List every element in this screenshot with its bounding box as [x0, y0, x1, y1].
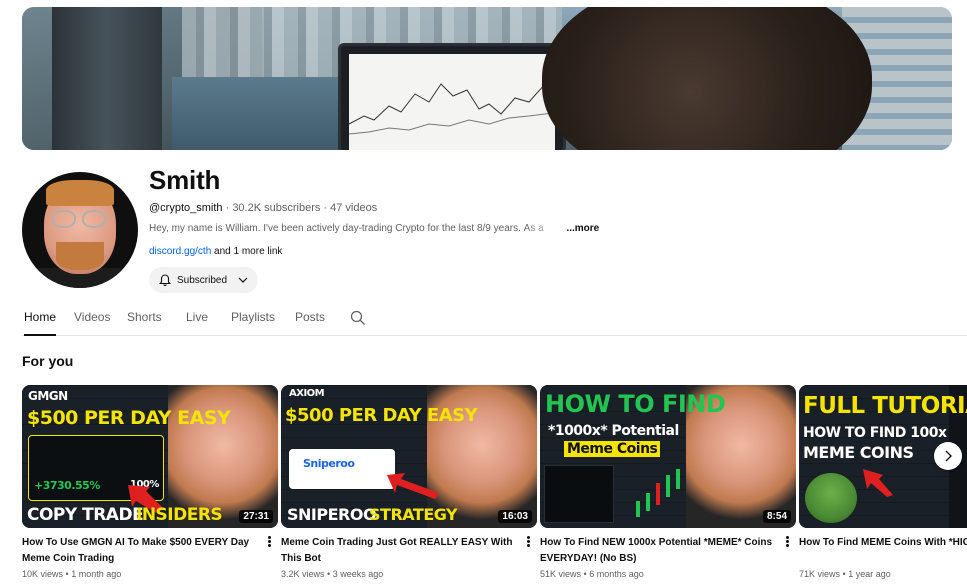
tab-live[interactable]: Live: [186, 310, 208, 336]
channel-description[interactable]: Hey, my name is William. I've been activ…: [149, 223, 599, 234]
bell-icon: [159, 273, 171, 286]
video-thumbnail[interactable]: GMGN $500 PER DAY EASY +3730.55% 100% CO…: [22, 385, 278, 528]
search-icon[interactable]: [350, 310, 366, 326]
video-title[interactable]: Meme Coin Trading Just Got REALLY EASY W…: [281, 535, 521, 567]
video-card[interactable]: FULL TUTORIAL HOW TO FIND 100x MEME COIN…: [799, 385, 967, 579]
tab-shorts[interactable]: Shorts: [127, 310, 162, 336]
chevron-right-icon: [945, 450, 952, 462]
video-card[interactable]: HOW TO FIND *1000x* Potential Meme Coins…: [540, 385, 796, 579]
video-meta: 51K views • 6 months ago: [540, 569, 644, 579]
video-duration: 27:31: [239, 510, 273, 523]
video-meta: 10K views • 1 month ago: [22, 569, 122, 579]
subscriber-count: 30.2K subscribers: [232, 202, 321, 214]
more-actions-icon[interactable]: [782, 535, 792, 549]
subscribed-label: Subscribed: [177, 274, 228, 286]
video-thumbnail[interactable]: AXIOM $500 PER DAY EASY Sniperoo SNIPERO…: [281, 385, 537, 528]
more-actions-icon[interactable]: [523, 535, 533, 549]
video-duration: 8:54: [762, 510, 791, 523]
video-count: 47 videos: [330, 202, 378, 214]
video-thumbnail[interactable]: HOW TO FIND *1000x* Potential Meme Coins…: [540, 385, 796, 528]
video-title[interactable]: How To Find NEW 1000x Potential *MEME* C…: [540, 535, 780, 567]
tab-home[interactable]: Home: [24, 310, 57, 336]
channel-avatar[interactable]: [22, 172, 138, 288]
more-link[interactable]: ...more: [566, 223, 599, 234]
channel-links: discord.gg/cth and 1 more link: [149, 246, 282, 257]
video-title[interactable]: How To Use GMGN AI To Make $500 EVERY Da…: [22, 535, 262, 567]
discord-link[interactable]: discord.gg/cth: [149, 246, 211, 257]
tab-playlists[interactable]: Playlists: [231, 310, 275, 336]
carousel-next-button[interactable]: [934, 442, 962, 470]
video-meta: 3.2K views • 3 weeks ago: [281, 569, 384, 579]
channel-tabs: Home Videos Shorts Live Playlists Posts: [22, 306, 967, 336]
channel-meta: @crypto_smith · 30.2K subscribers · 47 v…: [149, 202, 378, 214]
more-links[interactable]: and 1 more link: [214, 246, 282, 257]
section-title: For you: [22, 353, 74, 369]
channel-handle: @crypto_smith: [149, 202, 223, 214]
video-card[interactable]: AXIOM $500 PER DAY EASY Sniperoo SNIPERO…: [281, 385, 537, 579]
video-duration: 16:03: [498, 510, 532, 523]
tab-videos[interactable]: Videos: [74, 310, 110, 336]
video-card[interactable]: GMGN $500 PER DAY EASY +3730.55% 100% CO…: [22, 385, 278, 579]
channel-banner: [22, 7, 952, 150]
video-title[interactable]: How To Find MEME Coins With *HIGH* Poten…: [799, 535, 967, 567]
chevron-down-icon: [238, 277, 248, 283]
video-meta: 71K views • 1 year ago: [799, 569, 891, 579]
tab-posts[interactable]: Posts: [295, 310, 325, 336]
more-actions-icon[interactable]: [264, 535, 274, 549]
channel-name: Smith: [149, 165, 221, 195]
subscribed-button[interactable]: Subscribed: [149, 267, 258, 293]
